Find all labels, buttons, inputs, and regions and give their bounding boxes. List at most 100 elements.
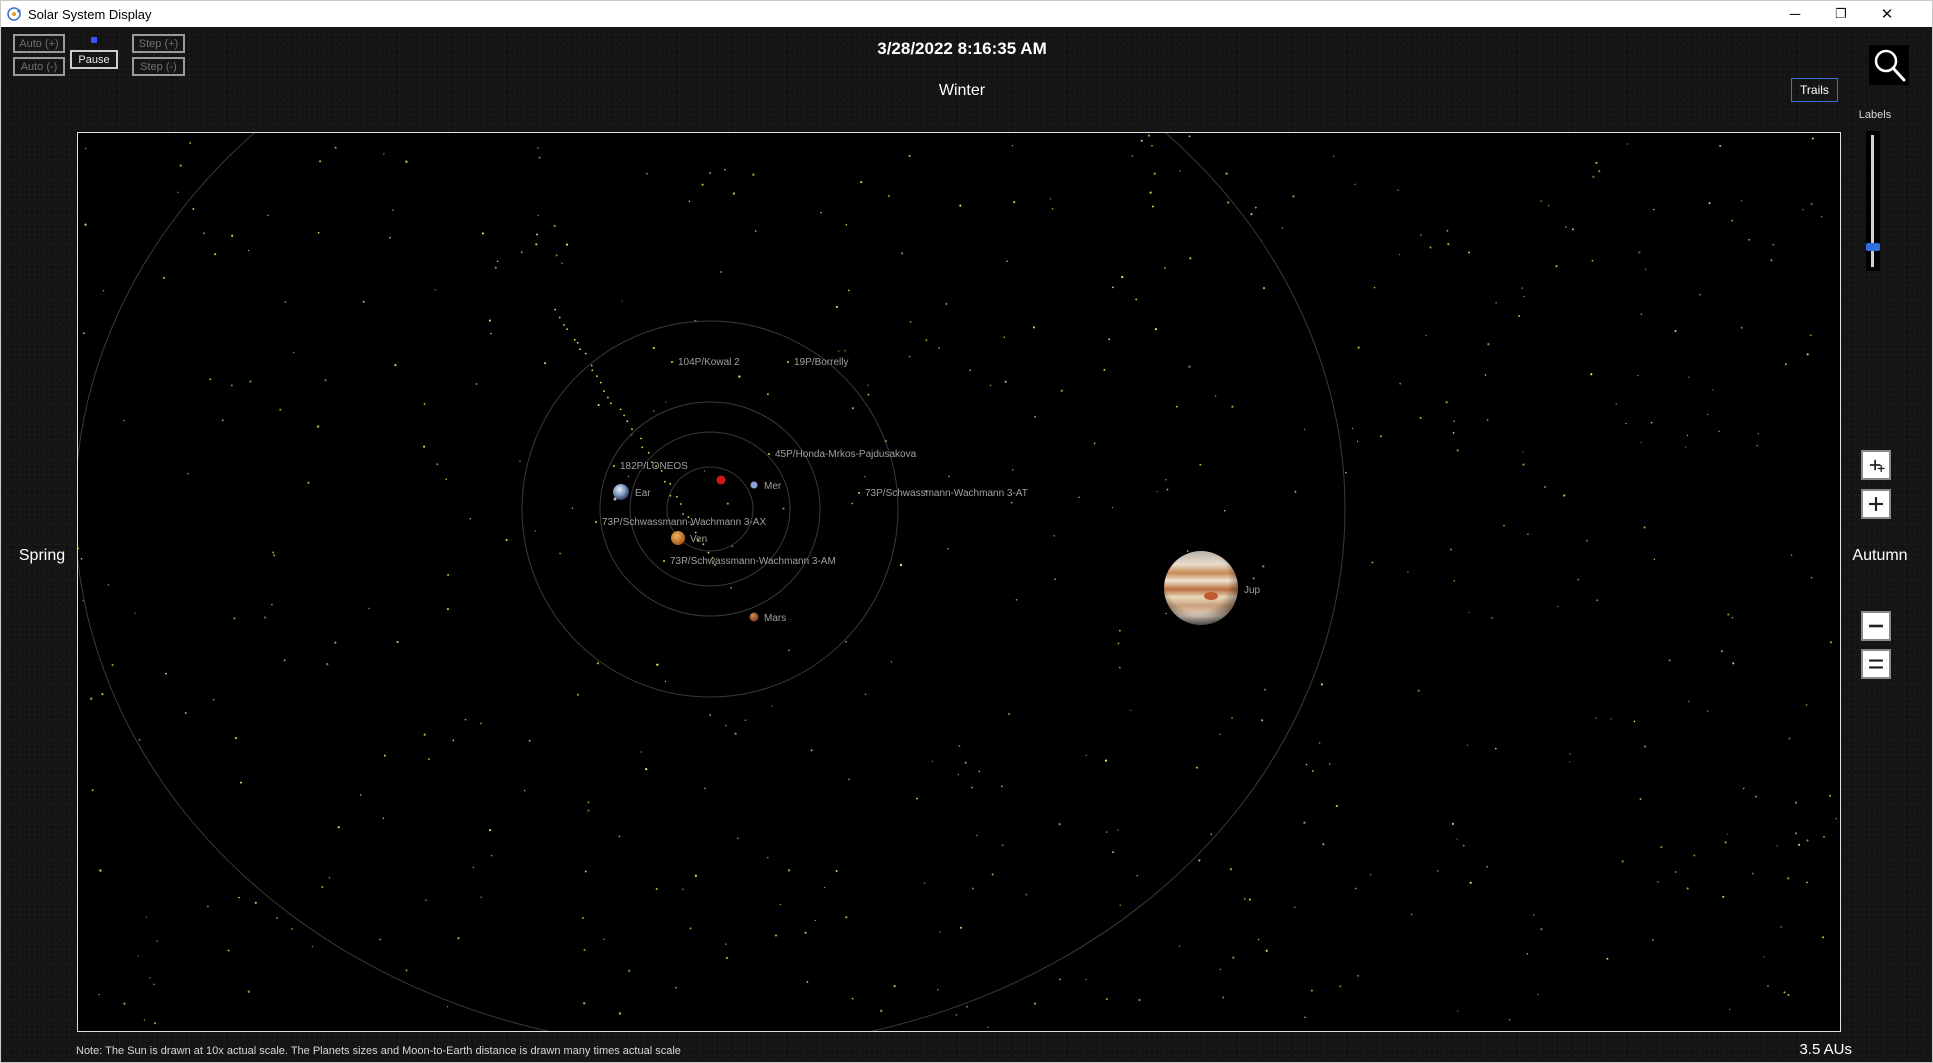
- comet-dot: [835, 305, 839, 309]
- pause-button[interactable]: Pause: [70, 50, 118, 69]
- restore-button[interactable]: ❐: [1818, 1, 1864, 27]
- labels-slider-thumb[interactable]: [1866, 243, 1880, 251]
- comet-dot: [383, 754, 386, 757]
- comet-dot: [603, 390, 605, 393]
- comet-dot: [665, 401, 667, 403]
- close-button[interactable]: ✕: [1864, 1, 1910, 27]
- comet-field: [78, 134, 1838, 1028]
- comet-dot: [1724, 841, 1727, 844]
- comet-dot: [1354, 183, 1356, 185]
- zoom-out-double-icon[interactable]: [1861, 649, 1891, 679]
- comet-dot: [1053, 534, 1056, 537]
- comet-dot: [599, 381, 602, 384]
- comet-dot: [337, 826, 340, 829]
- comet-dot: [1802, 208, 1804, 211]
- comet-dot: [844, 349, 846, 352]
- zoom-in-icon[interactable]: [1861, 489, 1891, 519]
- comet-dot: [1503, 524, 1505, 527]
- trails-button[interactable]: Trails: [1791, 78, 1838, 102]
- comet-dot: [292, 351, 295, 354]
- comet-dot: [1798, 843, 1801, 846]
- comet-dot: [704, 787, 706, 790]
- comet-dot: [1151, 205, 1154, 208]
- comet-dot: [1637, 374, 1639, 377]
- comet-dot: [1034, 1002, 1037, 1005]
- comet-dot: [1105, 998, 1108, 1001]
- comet-dot: [1250, 213, 1253, 216]
- comet-dot: [1626, 143, 1629, 145]
- comet-dot: [1688, 376, 1690, 378]
- comet-dot: [628, 969, 631, 972]
- zoom-in-double-icon[interactable]: [1861, 450, 1891, 480]
- comet-dot: [939, 931, 941, 933]
- comet-dot: [1004, 380, 1007, 383]
- comet-dot: [563, 324, 565, 326]
- comet-dot: [1557, 605, 1559, 608]
- comet-dot: [434, 289, 436, 291]
- comet-dot: [804, 931, 807, 934]
- planet-label-mars: Mars: [764, 613, 786, 624]
- comet-dot: [445, 478, 448, 481]
- solar-system-view[interactable]: Mer Ven Ear Mars Jup 104P/Kowal 2 19P/Bo…: [77, 132, 1841, 1032]
- search-icon[interactable]: [1869, 45, 1909, 85]
- comet-dot: [618, 1012, 622, 1015]
- comet-dot: [1335, 804, 1338, 808]
- auto-minus-button[interactable]: Auto (-): [13, 57, 65, 76]
- comet-dot: [1740, 326, 1743, 329]
- auto-plus-button[interactable]: Auto (+): [13, 34, 65, 53]
- comet-dot: [1446, 229, 1449, 232]
- comet-dot: [427, 758, 430, 761]
- comet-dot: [101, 693, 104, 696]
- comet-dot: [1763, 956, 1765, 958]
- comet-dot: [908, 154, 911, 158]
- comet-dot: [576, 341, 579, 344]
- comet-dot: [1674, 871, 1677, 873]
- comet-dot: [959, 926, 963, 929]
- comet-dot: [597, 403, 600, 407]
- minimize-button[interactable]: ─: [1772, 1, 1818, 27]
- comet-dot: [1425, 334, 1427, 337]
- sun[interactable]: [716, 475, 726, 485]
- comet-dot: [1223, 509, 1226, 512]
- comet-dot: [1687, 700, 1690, 703]
- comet-dot: [446, 607, 450, 611]
- comet-dot: [647, 451, 650, 454]
- comet-dot: [590, 364, 593, 367]
- comet-dot: [436, 463, 439, 466]
- planet-jupiter[interactable]: [1164, 551, 1238, 625]
- comet-dot: [78, 547, 80, 550]
- comet-dot: [1486, 865, 1488, 868]
- comet-dot: [162, 276, 166, 280]
- comet-dot: [149, 977, 151, 979]
- comet-dot: [1640, 313, 1642, 315]
- comet-dot: [864, 693, 867, 695]
- comet-dot: [1625, 422, 1627, 425]
- comet-dot: [880, 1009, 883, 1013]
- comet-dot: [669, 482, 672, 485]
- step-minus-button[interactable]: Step (-): [132, 57, 185, 76]
- comet-dot: [1456, 449, 1459, 452]
- title-bar[interactable]: Solar System Display ─ ❐ ✕: [1, 1, 1932, 27]
- comet-dot: [1731, 219, 1734, 222]
- comet-dot: [744, 719, 747, 721]
- planet-venus[interactable]: [671, 531, 685, 545]
- comet-dot: [528, 739, 531, 742]
- comet-dot: [707, 551, 710, 554]
- planet-mercury[interactable]: [750, 481, 758, 489]
- comet-dot: [1718, 430, 1720, 432]
- comet-dot: [1051, 207, 1054, 210]
- comet-dot: [1772, 243, 1775, 246]
- comet-dot: [249, 380, 252, 383]
- comet-dot: [1829, 641, 1832, 644]
- comet-dot: [771, 705, 773, 707]
- comet-dot: [971, 887, 974, 890]
- comet-dot: [505, 538, 508, 542]
- comet-dot: [1011, 144, 1014, 147]
- planet-mars[interactable]: [749, 612, 759, 622]
- zoom-out-icon[interactable]: [1861, 611, 1891, 641]
- comet-dot: [734, 732, 737, 735]
- step-plus-button[interactable]: Step (+): [132, 34, 185, 53]
- comet-dot: [1119, 629, 1121, 632]
- comet-dot: [845, 224, 848, 226]
- comet-dot: [1210, 833, 1212, 835]
